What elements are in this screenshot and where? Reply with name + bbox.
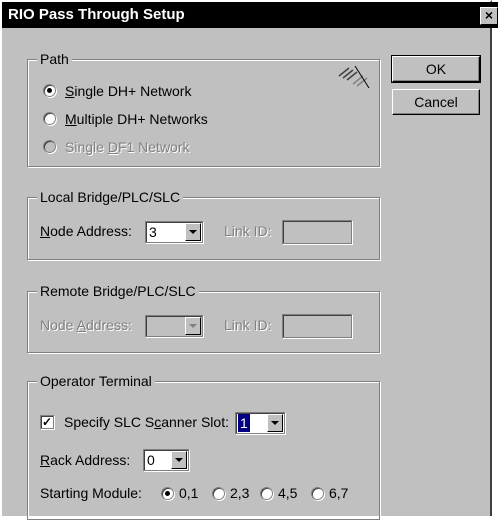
remote-node-combo[interactable]: [145, 315, 203, 337]
multiple-dh-label[interactable]: Multiple DH+ Networks: [65, 110, 208, 128]
close-button[interactable]: ×: [480, 7, 498, 25]
chevron-down-icon[interactable]: [185, 223, 201, 241]
start-label-6-7[interactable]: 6,7: [329, 484, 348, 502]
local-bridge-group: Local Bridge/PLC/SLC Node Address: 3 Lin…: [27, 188, 380, 260]
start-radio-2-3[interactable]: [212, 487, 225, 500]
multiple-dh-radio[interactable]: [43, 112, 56, 125]
start-label-4-5[interactable]: 4,5: [278, 484, 297, 502]
rack-address-label: Rack Address:: [40, 452, 131, 468]
remote-bridge-legend: Remote Bridge/PLC/SLC: [37, 282, 199, 300]
start-radio-4-5[interactable]: [260, 487, 273, 500]
remote-link-label: Link ID:: [224, 317, 272, 333]
scanner-slot-value: 1: [238, 414, 250, 432]
chevron-down-icon[interactable]: [171, 451, 187, 469]
cancel-button[interactable]: Cancel: [392, 89, 480, 115]
rack-address-value: 0: [147, 452, 155, 468]
local-bridge-legend: Local Bridge/PLC/SLC: [37, 188, 184, 206]
single-dh-label[interactable]: Single DH+ Network: [65, 82, 191, 100]
network-link-icon: [338, 65, 370, 89]
local-node-combo[interactable]: 3: [145, 221, 203, 243]
scanner-slot-checkbox[interactable]: ✓: [40, 415, 54, 429]
scanner-slot-combo[interactable]: 1: [235, 412, 285, 434]
start-radio-0-1[interactable]: [161, 487, 174, 500]
local-link-field[interactable]: [282, 220, 352, 244]
start-label-2-3[interactable]: 2,3: [230, 484, 249, 502]
chevron-down-icon[interactable]: [267, 414, 283, 432]
rack-address-combo[interactable]: 0: [143, 449, 189, 471]
operator-terminal-legend: Operator Terminal: [37, 372, 155, 390]
path-group: Path Single DH+ Network Multiple DH+ Net…: [27, 50, 380, 167]
dialog-title: RIO Pass Through Setup: [8, 6, 185, 23]
local-node-value: 3: [149, 224, 157, 240]
operator-terminal-group: Operator Terminal ✓ Specify SLC Scanner …: [27, 372, 380, 520]
start-radio-6-7[interactable]: [311, 487, 324, 500]
remote-node-label: Node Address:: [40, 317, 132, 333]
ok-button[interactable]: OK: [391, 55, 481, 83]
title-bar[interactable]: RIO Pass Through Setup ×: [2, 2, 498, 28]
starting-module-label: Starting Module:: [40, 485, 142, 501]
remote-bridge-group: Remote Bridge/PLC/SLC Node Address: Link…: [27, 282, 380, 353]
single-df1-label[interactable]: Single DF1 Network: [65, 138, 190, 156]
start-label-0-1[interactable]: 0,1: [179, 484, 198, 502]
single-df1-radio[interactable]: [43, 140, 56, 153]
remote-link-field[interactable]: [282, 314, 352, 338]
single-dh-radio[interactable]: [43, 84, 56, 97]
scanner-slot-label[interactable]: Specify SLC Scanner Slot:: [64, 413, 229, 431]
local-link-label: Link ID:: [224, 223, 272, 239]
chevron-down-icon[interactable]: [185, 317, 201, 335]
path-legend: Path: [37, 50, 72, 68]
local-node-label: Node Address:: [40, 223, 132, 239]
